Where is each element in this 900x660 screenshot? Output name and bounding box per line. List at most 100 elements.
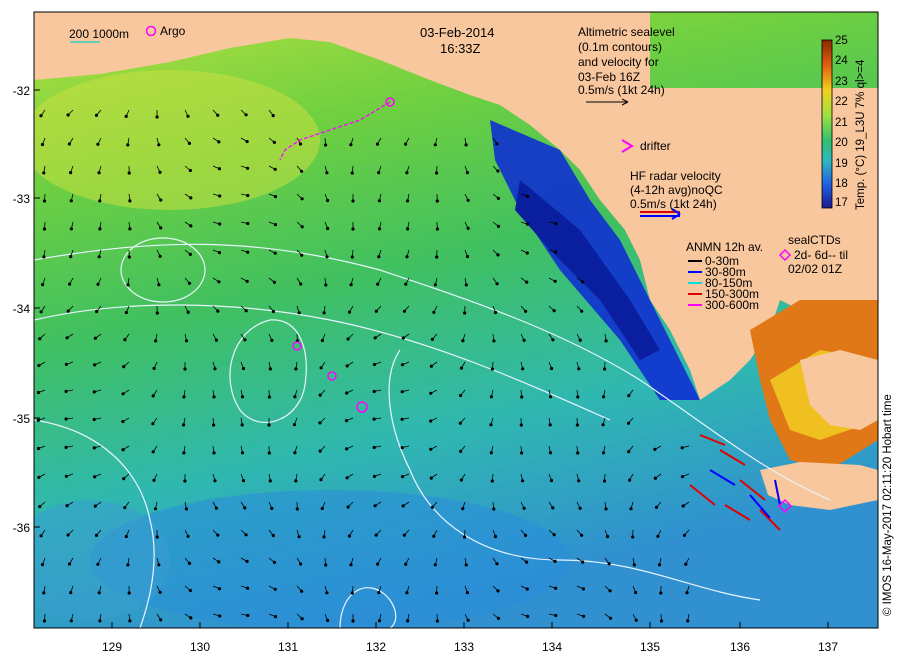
velocity-arrow-head	[159, 618, 163, 622]
velocity-arrow-head	[464, 143, 468, 147]
velocity-arrow-head	[298, 562, 303, 566]
velocity-arrow-head	[240, 423, 244, 427]
velocity-arrow-head	[267, 451, 271, 455]
drifter-legend-label: drifter	[640, 139, 671, 153]
velocity-arrow-head	[217, 167, 221, 171]
velocity-arrow-head	[246, 193, 250, 198]
velocity-arrow-head	[152, 366, 156, 370]
velocity-arrow-head	[634, 618, 638, 622]
velocity-arrow-head	[299, 589, 304, 593]
velocity-arrow-head	[400, 474, 405, 479]
velocity-arrow-head	[577, 479, 581, 483]
velocity-arrow-head	[159, 198, 163, 202]
velocity-arrow-head	[272, 280, 277, 284]
colorbar-tick: 17	[835, 197, 848, 209]
velocity-arrow-head	[96, 282, 100, 286]
velocity-arrow-head	[551, 338, 555, 342]
velocity-arrow-head	[629, 507, 633, 511]
velocity-arrow-head	[243, 338, 247, 342]
anmn-legend-item: 300-600m	[705, 298, 760, 312]
velocity-arrow-head	[604, 507, 608, 511]
velocity-arrow-head	[273, 223, 278, 227]
velocity-arrow-head	[523, 533, 528, 538]
velocity-arrow-head	[244, 533, 248, 537]
velocity-arrow-head	[159, 226, 163, 230]
velocity-arrow-head	[69, 590, 73, 595]
velocity-arrow-head	[155, 311, 159, 315]
velocity-arrow-head	[400, 445, 404, 450]
velocity-arrow-head	[323, 143, 328, 147]
velocity-arrow-head	[465, 254, 470, 259]
velocity-arrow-head	[350, 591, 354, 595]
velocity-arrow-head	[429, 364, 433, 368]
velocity-arrow-head	[38, 337, 42, 341]
velocity-arrow-head	[65, 336, 69, 340]
velocity-arrow-head	[186, 114, 190, 118]
velocity-arrow-head	[375, 562, 380, 566]
hfradar-legend-line: HF radar velocity	[630, 169, 721, 183]
velocity-arrow-head	[577, 367, 581, 371]
velocity-arrow-head	[404, 562, 408, 566]
velocity-arrow-head	[554, 586, 558, 590]
velocity-arrow-head	[216, 533, 220, 537]
velocity-arrow-head	[493, 534, 498, 539]
velocity-arrow-head	[489, 451, 493, 455]
velocity-arrow-head	[128, 227, 132, 231]
velocity-arrow-head	[217, 560, 221, 564]
velocity-arrow-head	[187, 561, 192, 566]
velocity-arrow-head	[273, 614, 278, 619]
velocity-arrow-head	[435, 619, 439, 623]
velocity-arrow-head	[217, 587, 222, 591]
velocity-arrow-head	[65, 504, 69, 508]
velocity-arrow-head	[372, 417, 376, 421]
y-tick: -33	[12, 192, 30, 206]
velocity-arrow-head	[157, 283, 161, 287]
velocity-arrow-head	[377, 199, 381, 203]
velocity-arrow-head	[155, 535, 159, 539]
x-tick: 136	[729, 640, 751, 654]
velocity-arrow-head	[632, 563, 636, 567]
velocity-arrow-head	[435, 227, 439, 231]
velocity-arrow-head	[299, 282, 303, 286]
velocity-arrow-head	[377, 227, 382, 231]
velocity-arrow-head	[325, 255, 329, 259]
velocity-arrow-head	[272, 560, 277, 565]
sealevel-legend-line: Altimetric sealevel	[578, 25, 675, 39]
velocity-arrow-head	[464, 563, 468, 567]
velocity-arrow-head	[39, 310, 43, 314]
velocity-arrow-head	[300, 197, 304, 201]
velocity-arrow-head	[189, 616, 193, 620]
x-tick: 137	[817, 640, 839, 654]
velocity-arrow-head	[405, 171, 409, 175]
velocity-arrow-head	[492, 339, 496, 343]
velocity-arrow-head	[42, 227, 47, 231]
velocity-arrow-head	[351, 227, 355, 231]
velocity-arrow-head	[320, 506, 324, 511]
argo-label: Argo	[160, 24, 186, 38]
velocity-arrow-head	[93, 504, 97, 508]
velocity-arrow-head	[318, 393, 322, 397]
velocity-arrow-head	[64, 362, 69, 366]
velocity-arrow-head	[36, 418, 40, 422]
velocity-arrow-head	[465, 590, 469, 595]
velocity-arrow-head	[521, 367, 525, 371]
velocity-arrow-head	[151, 450, 155, 454]
velocity-arrow-head	[524, 560, 529, 564]
velocity-arrow-head	[581, 560, 585, 564]
velocity-arrow-head	[297, 311, 301, 315]
velocity-arrow-head	[42, 619, 47, 623]
velocity-arrow-head	[401, 504, 405, 508]
velocity-arrow-head	[493, 310, 498, 315]
velocity-arrow-head	[97, 171, 101, 175]
velocity-arrow-head	[496, 169, 500, 173]
velocity-arrow-head	[241, 478, 246, 483]
velocity-arrow-head	[95, 309, 99, 314]
velocity-arrow-head	[318, 449, 322, 453]
velocity-arrow-head	[42, 199, 47, 203]
velocity-arrow-head	[270, 338, 274, 342]
velocity-arrow-head	[548, 451, 553, 455]
velocity-arrow-head	[581, 587, 586, 591]
velocity-arrow-head	[212, 395, 216, 399]
velocity-arrow-head	[217, 251, 222, 255]
velocity-arrow-head	[246, 586, 250, 590]
